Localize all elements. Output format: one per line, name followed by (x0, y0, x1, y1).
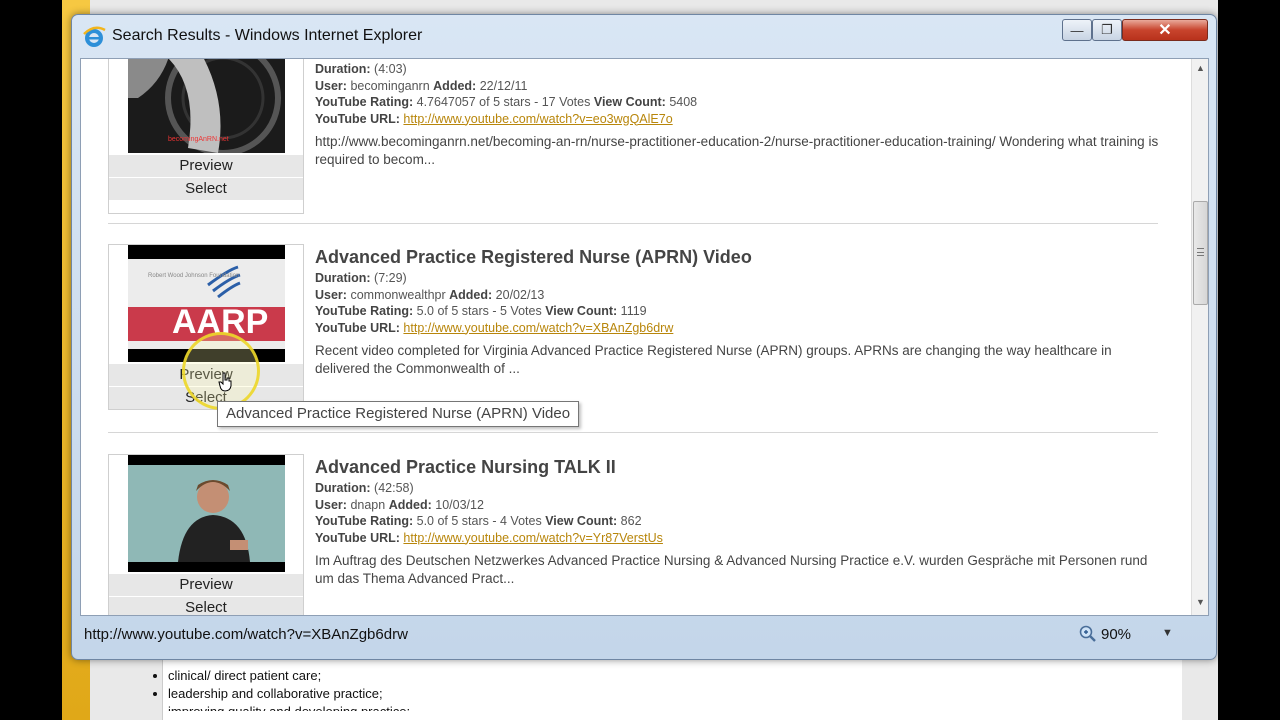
user-line: User: dnapn Added: 10/03/12 (315, 497, 484, 512)
minimize-button[interactable]: — (1062, 19, 1092, 41)
letterbox-left (0, 0, 62, 720)
grip-icon (1197, 248, 1204, 256)
result-description: Recent video completed for Virginia Adva… (315, 343, 1112, 376)
magnifier-icon (1079, 625, 1096, 642)
list-item: leadership and collaborative practice; (168, 685, 410, 703)
letterbox-right (1218, 0, 1280, 720)
thumbnail-watermark: becomingAnRN.net (168, 136, 229, 143)
search-results-page: becomingAnRN.net Preview Select Duration… (80, 58, 1209, 616)
result-thumbnail-box: becomingAnRN.net Preview Select (108, 59, 304, 214)
speaker-thumbnail-icon (128, 455, 285, 572)
background-bullet-list: clinical/ direct patient care; leadershi… (150, 667, 410, 711)
url-line: YouTube URL: http://www.youtube.com/watc… (315, 530, 663, 545)
scroll-up-arrow-icon[interactable]: ▲ (1192, 63, 1208, 77)
scroll-down-arrow-icon[interactable]: ▼ (1192, 597, 1208, 611)
list-item: improving quality and developing practic… (168, 703, 410, 711)
duration-line: Duration: (4:03) (315, 62, 407, 76)
rating-line: YouTube Rating: 5.0 of 5 stars - 4 Votes… (315, 514, 642, 528)
result-info: Advanced Practice Nursing TALK II Durati… (315, 454, 1165, 587)
status-bar: http://www.youtube.com/watch?v=XBAnZgb6d… (80, 619, 1209, 651)
minimize-icon: — (1070, 22, 1084, 38)
rating-line: YouTube Rating: 4.7647057 of 5 stars - 1… (315, 95, 698, 109)
maximize-button[interactable]: ❐ (1092, 19, 1122, 41)
status-url: http://www.youtube.com/watch?v=XBAnZgb6d… (84, 626, 408, 643)
scroll-thumb[interactable] (1193, 201, 1208, 305)
list-item: clinical/ direct patient care; (168, 667, 410, 685)
video-thumbnail[interactable] (128, 455, 285, 572)
preview-button[interactable]: Preview (109, 155, 303, 177)
rating-line: YouTube Rating: 5.0 of 5 stars - 5 Votes… (315, 304, 647, 318)
close-button[interactable]: ✕ (1122, 19, 1208, 41)
select-button[interactable]: Select (109, 178, 303, 200)
hand-cursor-icon (218, 372, 232, 392)
result-divider (108, 223, 1158, 224)
youtube-link[interactable]: http://www.youtube.com/watch?v=XBAnZgb6d… (403, 321, 673, 335)
result-title[interactable]: Advanced Practice Nursing TALK II (315, 454, 1165, 480)
result-divider (108, 432, 1158, 433)
vertical-scrollbar[interactable]: ▲ ▼ (1191, 59, 1208, 615)
youtube-link[interactable]: http://www.youtube.com/watch?v=eo3wgQAlE… (403, 112, 672, 126)
video-thumbnail[interactable]: becomingAnRN.net (128, 59, 285, 153)
youtube-link[interactable]: http://www.youtube.com/watch?v=Yr87Verst… (403, 531, 663, 545)
duration-line: Duration: (42:58) (315, 481, 414, 495)
tooltip: Advanced Practice Registered Nurse (APRN… (217, 401, 580, 427)
result-thumbnail-box: Preview Select (108, 454, 304, 615)
internet-explorer-icon (83, 26, 106, 47)
maximize-icon: ❐ (1101, 22, 1113, 37)
window-titlebar[interactable]: Search Results - Windows Internet Explor… (72, 15, 1216, 57)
cursor-highlight-ring (182, 332, 260, 410)
result-title[interactable]: Advanced Practice Registered Nurse (APRN… (315, 244, 1165, 270)
zoom-dropdown-icon[interactable]: ▼ (1162, 627, 1173, 639)
url-line: YouTube URL: http://www.youtube.com/watc… (315, 320, 674, 335)
zoom-control[interactable]: 90% (1078, 624, 1131, 644)
select-button[interactable]: Select (109, 597, 303, 615)
result-description: http://www.becominganrn.net/becoming-an-… (315, 134, 1159, 167)
url-line: YouTube URL: http://www.youtube.com/watc… (315, 111, 673, 126)
result-description: Im Auftrag des Deutschen Netzwerkes Adva… (315, 553, 1148, 586)
user-line: User: becominganrn Added: 22/12/11 (315, 78, 528, 93)
user-line: User: commonwealthpr Added: 20/02/13 (315, 287, 545, 302)
result-info: Advanced Practice Registered Nurse (APRN… (315, 244, 1165, 377)
result-info: Duration: (4:03) User: becominganrn Adde… (315, 61, 1165, 168)
duration-line: Duration: (7:29) (315, 271, 407, 285)
ie-window: Search Results - Windows Internet Explor… (71, 14, 1217, 660)
preview-button[interactable]: Preview (109, 574, 303, 596)
window-title: Search Results - Windows Internet Explor… (112, 27, 423, 44)
close-icon: ✕ (1158, 22, 1172, 39)
zoom-level: 90% (1101, 625, 1132, 643)
thumbnail-subtitle: Robert Wood Johnson Foundation (148, 273, 240, 279)
